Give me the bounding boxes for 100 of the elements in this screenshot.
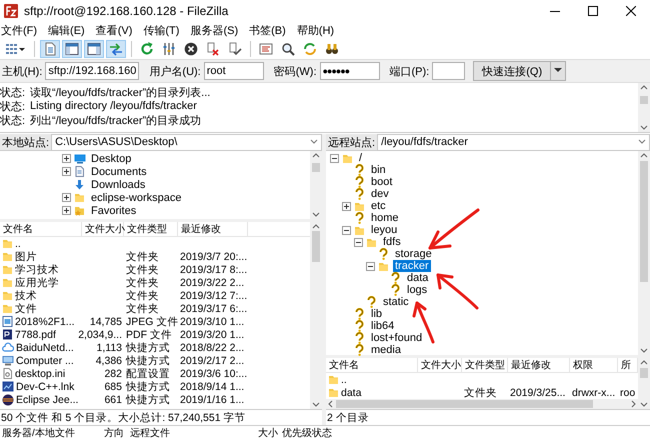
chevron-down-icon[interactable]: [639, 400, 649, 409]
plus-box-icon[interactable]: [62, 206, 71, 215]
tree-item[interactable]: etc: [369, 200, 388, 212]
caret-icon[interactable]: [638, 139, 646, 145]
file-name[interactable]: 图片: [15, 250, 37, 264]
plus-box-icon[interactable]: [62, 154, 71, 163]
tree-item[interactable]: lib64: [369, 320, 396, 332]
scroll-thumb[interactable]: [640, 96, 648, 104]
plus-box-icon[interactable]: [342, 202, 351, 210]
column-header[interactable]: 最近修改: [178, 222, 248, 236]
toolbar-button[interactable]: [62, 40, 82, 58]
input-field[interactable]: root: [204, 62, 264, 80]
tree-item[interactable]: tracker: [393, 260, 431, 272]
file-name[interactable]: Eclipse Jee...: [16, 394, 78, 406]
tree-item[interactable]: fdfs: [381, 236, 403, 248]
file-name[interactable]: 文件: [15, 302, 37, 316]
minus-box-icon[interactable]: [330, 154, 339, 162]
tree-item[interactable]: data: [405, 272, 430, 284]
chevron-down-icon[interactable]: [639, 123, 649, 132]
scrollbar[interactable]: [638, 151, 650, 355]
column-header[interactable]: 文件类型: [124, 222, 178, 236]
tree-item[interactable]: /: [357, 152, 364, 164]
dropdown-button[interactable]: [551, 61, 566, 81]
column-header[interactable]: 最近修改: [508, 358, 570, 372]
scrollbar[interactable]: [638, 83, 650, 132]
scroll-thumb[interactable]: [336, 400, 593, 408]
column-header[interactable]: 方向: [102, 426, 128, 439]
field-label: 端口(P):: [390, 64, 430, 78]
file-name[interactable]: 学习技术: [15, 262, 59, 276]
minus-box-icon[interactable]: [366, 262, 375, 270]
minus-box-icon[interactable]: [342, 226, 351, 234]
tree-item[interactable]: static: [381, 296, 411, 308]
file-name[interactable]: ..: [341, 374, 347, 386]
tree-item[interactable]: leyou: [369, 224, 400, 236]
path-field[interactable]: C:\Users\ASUS\Desktop\: [51, 134, 322, 150]
tree-item[interactable]: logs: [405, 284, 430, 296]
tree-item[interactable]: Documents: [89, 166, 149, 178]
file-name[interactable]: ..: [15, 238, 21, 250]
chevron-up-icon[interactable]: [311, 222, 321, 231]
column-header[interactable]: 文件名: [0, 222, 82, 236]
tree-item[interactable]: Downloads: [89, 178, 148, 190]
chevron-up-icon[interactable]: [639, 358, 649, 367]
chevron-down-icon[interactable]: [311, 210, 321, 219]
scrollbar[interactable]: [638, 358, 650, 409]
column-header[interactable]: 远程文件: [128, 426, 248, 439]
menu-item[interactable]: 文件(F): [1, 23, 38, 38]
file-name[interactable]: 技术: [15, 288, 37, 302]
scroll-thumb[interactable]: [640, 160, 648, 282]
column-header[interactable]: 权限: [570, 358, 618, 372]
column-header[interactable]: 服务器/本地文件: [0, 426, 102, 439]
tree-item[interactable]: media: [369, 344, 403, 356]
file-name[interactable]: desktop.ini: [15, 368, 66, 380]
caret-icon[interactable]: [310, 139, 318, 145]
file-name[interactable]: BaiduNetd...: [16, 342, 74, 354]
scroll-thumb[interactable]: [640, 368, 648, 378]
quickconnect-button[interactable]: 快速连接(Q): [473, 61, 552, 81]
file-name[interactable]: 7788.pdf: [15, 328, 56, 340]
menu-item[interactable]: 服务器(S): [190, 23, 238, 38]
scroll-thumb[interactable]: [312, 231, 320, 262]
tree-item[interactable]: eclipse-workspace: [89, 192, 184, 204]
file-name[interactable]: 应用光学: [15, 276, 59, 290]
column-header[interactable]: 大小: [248, 426, 280, 439]
minus-box-icon[interactable]: [354, 238, 363, 246]
chevron-up-icon[interactable]: [311, 151, 321, 160]
scroll-thumb[interactable]: [312, 163, 320, 172]
column-header[interactable]: 文件大小: [418, 358, 462, 372]
menu-item[interactable]: 书签(B): [249, 23, 286, 38]
tree-item[interactable]: lost+found: [369, 332, 424, 344]
file-name[interactable]: Dev-C++.lnk: [16, 380, 74, 392]
tree-item[interactable]: lib: [369, 308, 384, 320]
chevron-up-icon[interactable]: [639, 83, 649, 92]
chevron-up-icon[interactable]: [639, 151, 649, 160]
menu-item[interactable]: 帮助(H): [296, 23, 334, 38]
password-field[interactable]: ●●●●●●: [320, 62, 380, 80]
tree-item[interactable]: dev: [369, 188, 391, 200]
tree-item[interactable]: home: [369, 212, 401, 224]
path-field[interactable]: /leyou/fdfs/tracker: [377, 134, 650, 150]
plus-box-icon[interactable]: [62, 167, 71, 176]
column-header[interactable]: 优先级: [280, 426, 310, 439]
file-name[interactable]: Computer ...: [16, 354, 74, 366]
chevron-down-icon[interactable]: [311, 400, 321, 409]
column-header[interactable]: 文件名: [326, 358, 418, 372]
chevron-down-icon[interactable]: [639, 346, 649, 355]
tree-item[interactable]: boot: [369, 176, 394, 188]
toolbar-button[interactable]: [84, 40, 104, 58]
tree-item[interactable]: storage: [393, 248, 434, 260]
menu-item[interactable]: 传输(T): [143, 23, 180, 38]
menu-item[interactable]: 编辑(E): [48, 23, 85, 38]
plus-box-icon[interactable]: [62, 193, 71, 202]
tree-item[interactable]: Desktop: [89, 152, 134, 164]
column-header[interactable]: 状态: [310, 426, 350, 439]
tree-item[interactable]: bin: [369, 164, 388, 176]
column-header[interactable]: 文件类型: [462, 358, 508, 372]
column-header[interactable]: 文件大小: [82, 222, 124, 236]
input-field[interactable]: [432, 62, 466, 80]
file-name[interactable]: 2018%2F1...: [15, 316, 75, 328]
file-name[interactable]: data: [341, 386, 362, 398]
tree-item[interactable]: Favorites: [89, 204, 138, 216]
input-field[interactable]: sftp://192.168.160: [45, 62, 140, 80]
menu-item[interactable]: 查看(V): [96, 23, 132, 38]
